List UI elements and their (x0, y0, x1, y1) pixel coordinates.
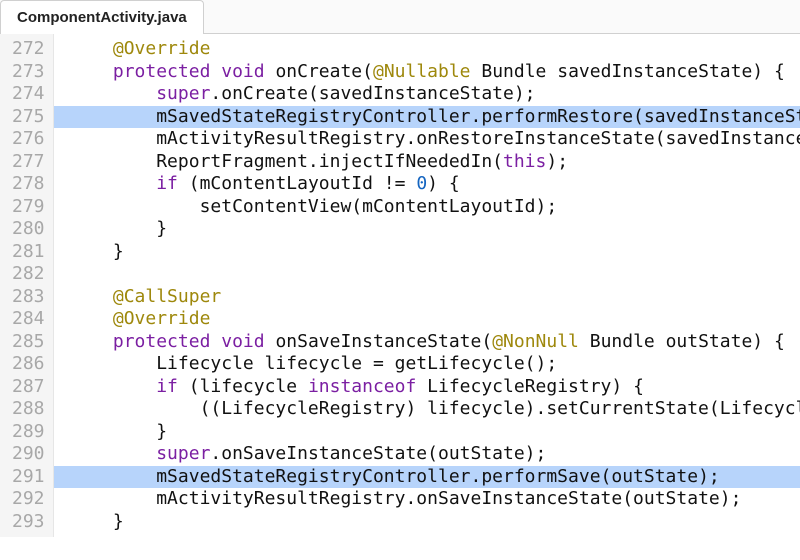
token-kw: protected (113, 331, 221, 352)
line-number: 289 (12, 421, 45, 444)
line-number: 273 (12, 61, 45, 84)
line-number: 275 (12, 106, 45, 129)
token-num: 0 (416, 173, 427, 194)
line-number: 284 (12, 308, 45, 331)
token-kw: super (156, 443, 210, 464)
token-plain: ); (546, 151, 568, 172)
line-number: 290 (12, 443, 45, 466)
token-ann: @Override (113, 308, 211, 329)
code-line[interactable]: @Override (54, 308, 800, 331)
code-line[interactable]: } (54, 241, 800, 264)
token-plain: mActivityResultRegistry.onRestoreInstanc… (156, 128, 800, 149)
token-plain: mActivityResultRegistry.onSaveInstanceSt… (156, 488, 741, 509)
code-line[interactable]: protected void onSaveInstanceState(@NonN… (54, 331, 800, 354)
code-line[interactable]: } (54, 421, 800, 444)
token-plain: } (156, 421, 167, 442)
code-line[interactable]: super.onSaveInstanceState(outState); (54, 443, 800, 466)
token-plain: Bundle outState) { (579, 331, 785, 352)
code-line[interactable]: if (mContentLayoutId != 0) { (54, 173, 800, 196)
line-number: 286 (12, 353, 45, 376)
token-plain: LifecycleRegistry) { (416, 376, 644, 397)
token-ann: @Override (113, 38, 211, 59)
line-number: 287 (12, 376, 45, 399)
token-plain: ((LifecycleRegistry) lifecycle).setCurre… (200, 398, 800, 419)
code-line[interactable]: @Override (54, 38, 800, 61)
line-number: 285 (12, 331, 45, 354)
code-line[interactable]: mActivityResultRegistry.onSaveInstanceSt… (54, 488, 800, 511)
token-plain: mSavedStateRegistryController.performSav… (156, 466, 720, 487)
token-ann: @NonNull (492, 331, 579, 352)
token-ann: @Nullable (373, 61, 471, 82)
token-plain: .onSaveInstanceState(outState); (210, 443, 546, 464)
token-kw: void (221, 61, 275, 82)
code-line[interactable] (54, 263, 800, 286)
code-line[interactable]: mSavedStateRegistryController.performSav… (54, 466, 800, 489)
tab-file-label: ComponentActivity.java (17, 9, 187, 26)
token-plain: Lifecycle lifecycle = getLifecycle(); (156, 353, 557, 374)
line-number: 291 (12, 466, 45, 489)
token-kw: if (156, 376, 178, 397)
token-kw: instanceof (308, 376, 416, 397)
line-number: 292 (12, 488, 45, 511)
token-kw: protected (113, 61, 221, 82)
line-number-gutter: 2722732742752762772782792802812822832842… (0, 34, 54, 537)
code-line[interactable]: if (lifecycle instanceof LifecycleRegist… (54, 376, 800, 399)
code-line[interactable]: setContentView(mContentLayoutId); (54, 196, 800, 219)
code-editor[interactable]: 2722732742752762772782792802812822832842… (0, 34, 800, 537)
token-kw: void (221, 331, 275, 352)
code-line[interactable]: mActivityResultRegistry.onRestoreInstanc… (54, 128, 800, 151)
line-number: 276 (12, 128, 45, 151)
line-number: 277 (12, 151, 45, 174)
token-plain: } (113, 241, 124, 262)
token-plain: onSaveInstanceState( (275, 331, 492, 352)
line-number: 279 (12, 196, 45, 219)
code-line[interactable]: ReportFragment.injectIfNeededIn(this); (54, 151, 800, 174)
token-plain: (mContentLayoutId != (178, 173, 416, 194)
code-line[interactable]: @CallSuper (54, 286, 800, 309)
token-plain: } (156, 218, 167, 239)
token-plain: (lifecycle (178, 376, 308, 397)
token-kw: if (156, 173, 178, 194)
line-number: 293 (12, 511, 45, 534)
token-this: this (503, 151, 546, 172)
token-ann: @CallSuper (113, 286, 221, 307)
code-line[interactable]: ((LifecycleRegistry) lifecycle).setCurre… (54, 398, 800, 421)
token-plain: } (113, 511, 124, 532)
line-number: 282 (12, 263, 45, 286)
token-plain: setContentView(mContentLayoutId); (200, 196, 558, 217)
code-line[interactable]: mSavedStateRegistryController.performRes… (54, 106, 800, 129)
line-number: 283 (12, 286, 45, 309)
token-plain: .onCreate(savedInstanceState); (210, 83, 535, 104)
code-line[interactable]: protected void onCreate(@Nullable Bundle… (54, 61, 800, 84)
token-plain: mSavedStateRegistryController.performRes… (156, 106, 800, 127)
line-number: 272 (12, 38, 45, 61)
code-line[interactable]: } (54, 218, 800, 241)
code-line[interactable]: Lifecycle lifecycle = getLifecycle(); (54, 353, 800, 376)
token-plain: Bundle savedInstanceState) { (471, 61, 785, 82)
line-number: 281 (12, 241, 45, 264)
code-line[interactable]: super.onCreate(savedInstanceState); (54, 83, 800, 106)
token-plain: ) { (427, 173, 460, 194)
token-kw: super (156, 83, 210, 104)
code-area[interactable]: @Override protected void onCreate(@Nulla… (54, 34, 800, 537)
line-number: 288 (12, 398, 45, 421)
line-number: 278 (12, 173, 45, 196)
line-number: 280 (12, 218, 45, 241)
tab-file[interactable]: ComponentActivity.java (0, 0, 204, 34)
token-plain: onCreate( (275, 61, 373, 82)
token-plain: ReportFragment.injectIfNeededIn( (156, 151, 503, 172)
code-line[interactable]: } (54, 511, 800, 534)
tab-bar: ComponentActivity.java (0, 0, 800, 34)
line-number: 274 (12, 83, 45, 106)
